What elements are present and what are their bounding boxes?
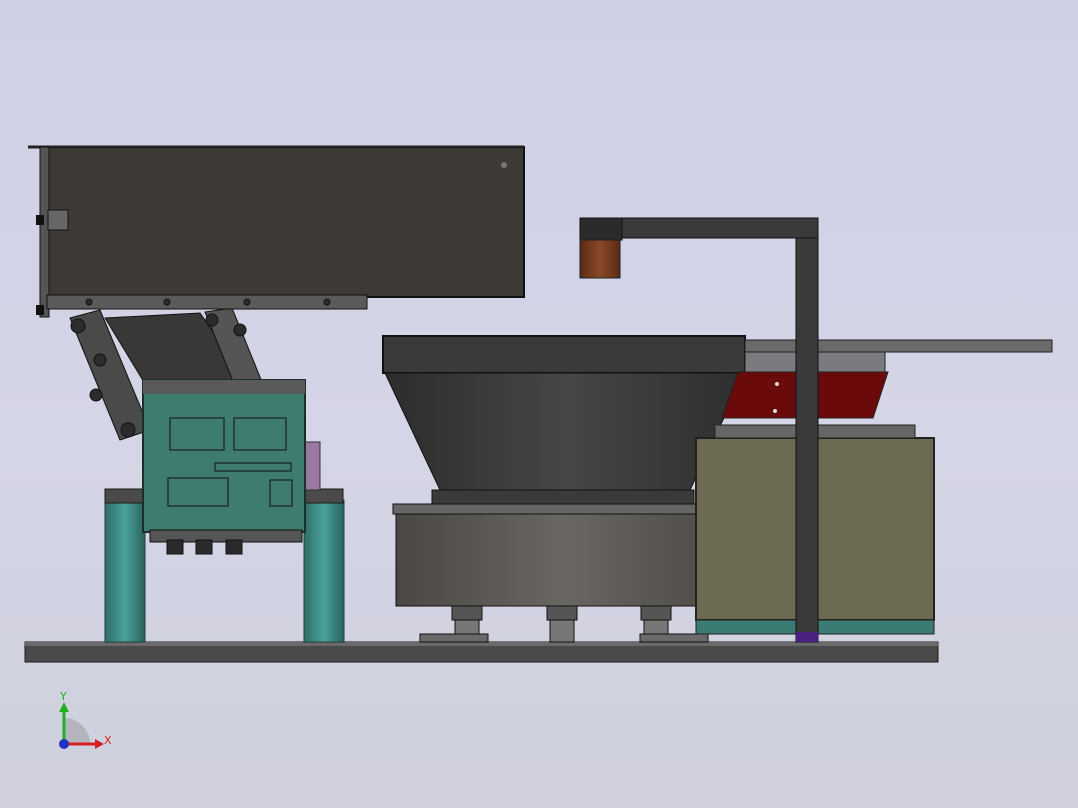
bowl-feet bbox=[419, 605, 709, 643]
y-axis-label: Y bbox=[59, 690, 67, 703]
x-axis-label: X bbox=[104, 734, 112, 747]
feeder-controller bbox=[142, 379, 306, 555]
cad-viewport[interactable]: Y X bbox=[0, 0, 1078, 808]
base-plate bbox=[24, 641, 939, 663]
storage-hopper bbox=[28, 145, 525, 318]
assembly-drawing: Y X bbox=[24, 145, 1053, 749]
vibratory-bowl bbox=[382, 335, 746, 607]
orientation-triad: Y X bbox=[59, 690, 112, 749]
linear-track-cabinet bbox=[695, 339, 1053, 635]
